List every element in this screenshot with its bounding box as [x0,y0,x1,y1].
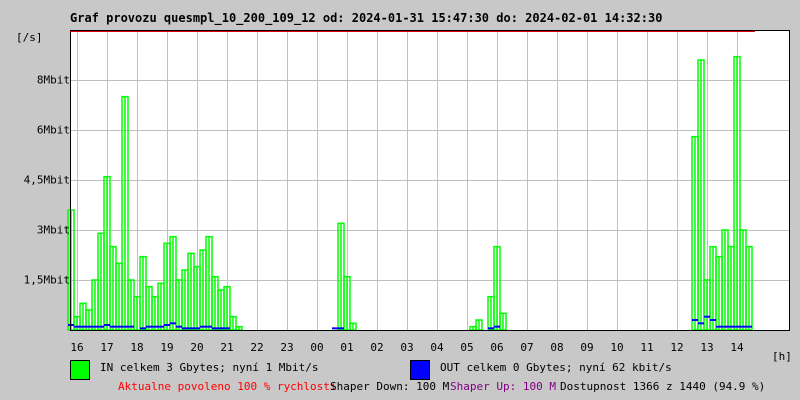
x-axis-unit: [h] [772,350,792,363]
x-tick-label: 08 [550,341,564,354]
out-legend-text: OUT celkem 0 Gbytes; nyní 62 kbit/s [440,361,672,374]
y-tick-label: 6Mbit [36,123,70,137]
in-legend-swatch [70,360,90,380]
shaper-up-status: Shaper Up: 100 M [450,380,556,393]
x-tick-label: 11 [640,341,654,354]
x-tick-label: 20 [190,341,204,354]
x-tick-label: 02 [370,341,384,354]
x-tick-label: 19 [160,341,174,354]
x-tick-label: 23 [280,341,294,354]
availability-status: Dostupnost 1366 z 1440 (94.9 %) [560,380,766,393]
y-tick-label: 4,5Mbit [23,173,70,187]
x-tick-label: 09 [580,341,594,354]
x-tick-label: 13 [700,341,714,354]
x-tick-label: 17 [100,341,114,354]
x-tick-label: 16 [70,341,84,354]
x-tick-label: 00 [310,341,324,354]
x-tick-label: 01 [340,341,354,354]
x-tick-label: 18 [130,341,144,354]
in-legend-text: IN celkem 3 Gbytes; nyní 1 Mbit/s [100,361,319,374]
x-tick-label: 03 [400,341,414,354]
x-tick-label: 14 [730,341,744,354]
y-tick-label: 3Mbit [36,223,70,237]
x-tick-label: 07 [520,341,534,354]
x-tick-label: 06 [490,341,504,354]
shaper-down-status: Shaper Down: 100 M [330,380,450,393]
x-tick-label: 12 [670,341,684,354]
x-tick-label: 21 [220,341,234,354]
allowed-speed-status: Aktualne povoleno 100 % rychlosti [118,380,337,393]
out-legend-swatch [410,360,430,380]
y-tick-label: 8Mbit [36,73,70,87]
x-tick-label: 22 [250,341,264,354]
x-tick-label: 04 [430,341,444,354]
y-tick-label: 1,5Mbit [23,273,70,287]
x-tick-label: 10 [610,341,624,354]
x-tick-label: 05 [460,341,474,354]
traffic-chart [67,30,790,331]
